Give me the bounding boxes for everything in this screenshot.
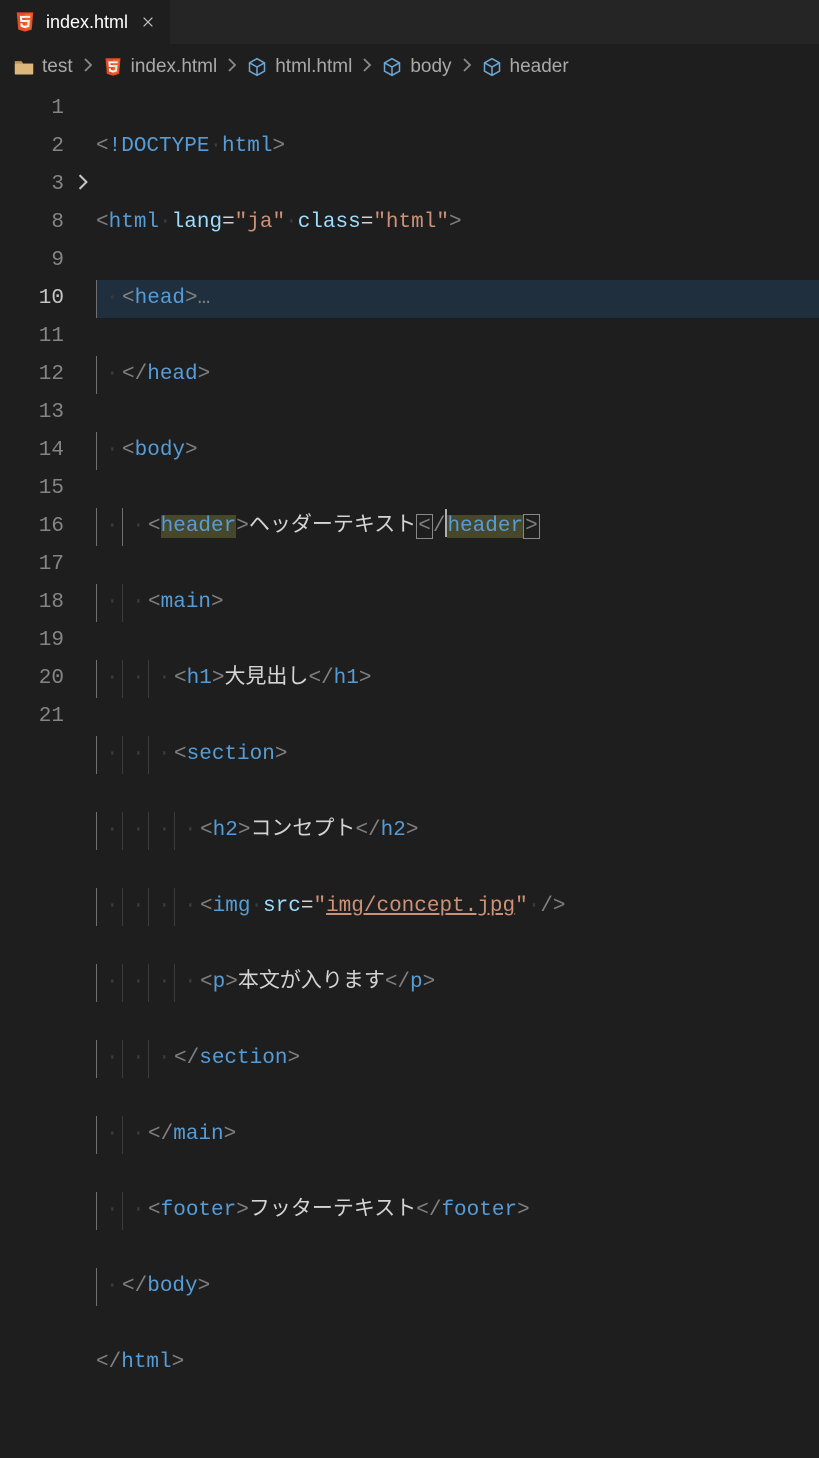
cube-icon	[482, 57, 502, 77]
code-line[interactable]: <header>ヘッダーテキスト</header>	[96, 508, 819, 546]
line-number: 3	[0, 166, 64, 204]
tab-index-html[interactable]: index.html	[0, 0, 171, 44]
chevron-right-icon	[83, 58, 93, 76]
breadcrumb-label: body	[410, 56, 451, 78]
breadcrumb-label: html.html	[275, 56, 352, 78]
line-number: 15	[0, 470, 64, 508]
code-line[interactable]: </section>	[96, 1040, 819, 1078]
code-line[interactable]: <p>本文が入ります</p>	[96, 964, 819, 1002]
line-number: 13	[0, 394, 64, 432]
line-number: 11	[0, 318, 64, 356]
breadcrumb-test[interactable]: test	[14, 56, 73, 78]
line-number: 18	[0, 584, 64, 622]
chevron-right-icon	[362, 58, 372, 76]
code-line[interactable]: <html·lang="ja"·class="html">	[96, 204, 819, 242]
line-number: 17	[0, 546, 64, 584]
breadcrumb-label: index.html	[131, 56, 218, 78]
code-area[interactable]: <!DOCTYPE·html> <html·lang="ja"·class="h…	[96, 90, 819, 1458]
breadcrumb-index-html[interactable]: index.html	[103, 56, 218, 78]
fold-chevron-right-icon[interactable]	[72, 174, 94, 190]
tab-bar: index.html	[0, 0, 819, 44]
code-line[interactable]: <section>	[96, 736, 819, 774]
breadcrumb-body[interactable]: body	[382, 56, 451, 78]
cube-icon	[382, 57, 402, 77]
chevron-right-icon	[462, 58, 472, 76]
line-number: 8	[0, 204, 64, 242]
line-number: 20	[0, 660, 64, 698]
line-number: 9	[0, 242, 64, 280]
html5-icon	[14, 11, 36, 33]
code-line[interactable]: <body>	[96, 432, 819, 470]
code-line[interactable]: <main>	[96, 584, 819, 622]
chevron-right-icon	[227, 58, 237, 76]
line-number: 14	[0, 432, 64, 470]
breadcrumb-header[interactable]: header	[482, 56, 569, 78]
line-number: 21	[0, 698, 64, 736]
line-number: 10	[0, 280, 64, 318]
breadcrumb-html-html[interactable]: html.html	[247, 56, 352, 78]
code-line[interactable]: <head>…	[96, 280, 819, 318]
folder-icon	[14, 58, 34, 76]
line-number: 19	[0, 622, 64, 660]
close-icon[interactable]	[138, 12, 158, 32]
line-number-gutter: 1 2 3 8 9 10 11 12 13 14 15 16 17 18 19 …	[0, 90, 72, 1458]
breadcrumb-label: header	[510, 56, 569, 78]
code-line[interactable]: <footer>フッターテキスト</footer>	[96, 1192, 819, 1230]
code-line[interactable]: <h1>大見出し</h1>	[96, 660, 819, 698]
code-line[interactable]: <img·src="img/concept.jpg"·/>	[96, 888, 819, 926]
fold-column	[72, 90, 96, 1458]
code-line[interactable]: </body>	[96, 1268, 819, 1306]
line-number: 1	[0, 90, 64, 128]
breadcrumb: test index.html html.html body header	[0, 44, 819, 90]
code-line[interactable]: <!DOCTYPE·html>	[96, 128, 819, 166]
code-line[interactable]: </html>	[96, 1344, 819, 1382]
html5-icon	[103, 57, 123, 77]
code-line[interactable]: </head>	[96, 356, 819, 394]
code-editor[interactable]: 1 2 3 8 9 10 11 12 13 14 15 16 17 18 19 …	[0, 90, 819, 1458]
tab-label: index.html	[46, 12, 128, 33]
breadcrumb-label: test	[42, 56, 73, 78]
code-line[interactable]: <h2>コンセプト</h2>	[96, 812, 819, 850]
line-number: 16	[0, 508, 64, 546]
cube-icon	[247, 57, 267, 77]
line-number: 2	[0, 128, 64, 166]
line-number: 12	[0, 356, 64, 394]
code-line[interactable]: </main>	[96, 1116, 819, 1154]
